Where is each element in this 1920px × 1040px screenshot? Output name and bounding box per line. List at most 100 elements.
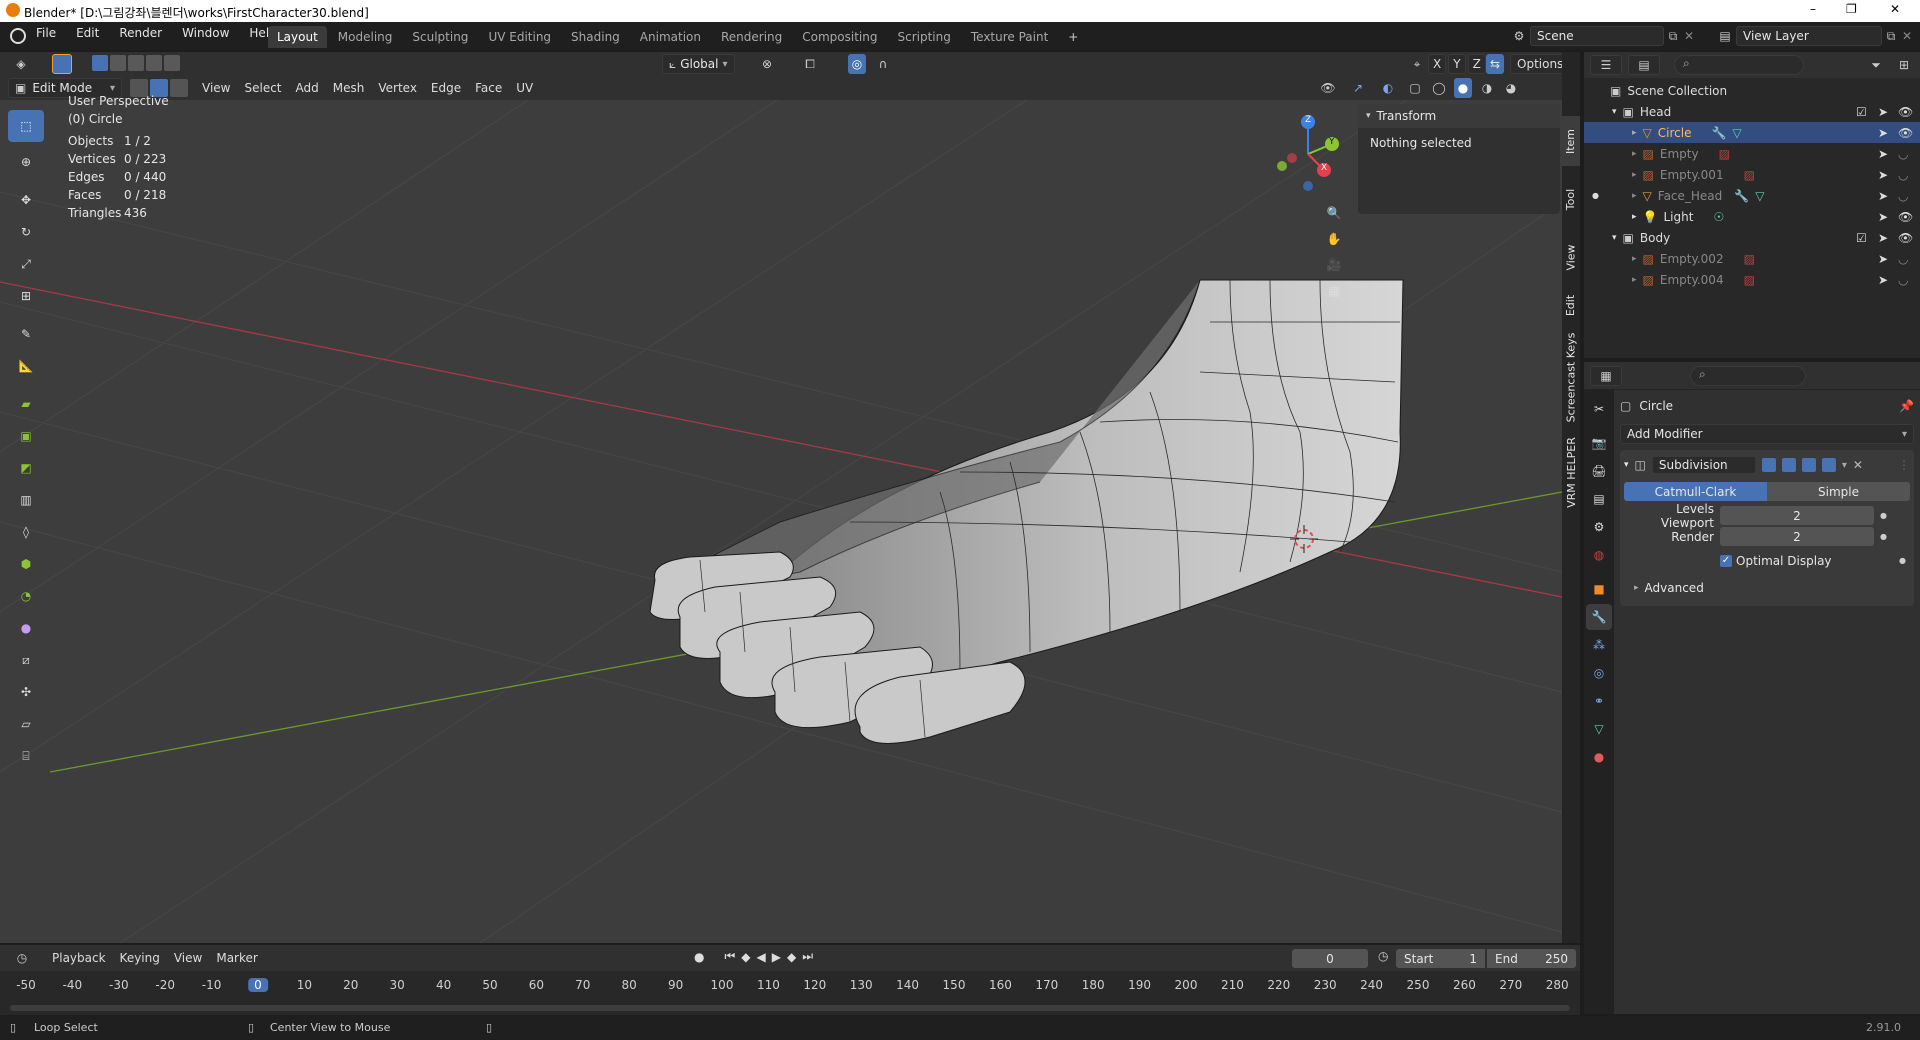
view-layer-selector[interactable]: ▤ View Layer ⧉ ✕ [1714,26,1914,46]
render-toggle-icon[interactable] [1821,458,1836,472]
timeline-scrollbar[interactable] [10,1005,1570,1011]
new-collection-icon[interactable]: ⊞ [1894,55,1914,75]
play-reverse-icon[interactable]: ◀ [757,950,766,964]
editor-type-icon[interactable]: ◈ [10,54,32,74]
face-select-icon[interactable] [170,79,188,97]
menu-face[interactable]: Face [469,78,508,98]
xray-icon[interactable]: ▢ [1406,78,1424,98]
maximize-button[interactable]: ❐ [1846,2,1857,16]
remove-view-layer-icon[interactable]: ✕ [1900,29,1914,43]
eye-icon[interactable]: 👁 [1898,126,1913,140]
material-shading-icon[interactable]: ◑ [1478,78,1496,98]
tab-animation[interactable]: Animation [631,26,710,48]
tab-compositing[interactable]: Compositing [793,26,886,48]
menu-vertex[interactable]: Vertex [372,78,423,98]
outliner-row-empty[interactable]: ▸ ▨ Empty ▨ ➤ ◡ [1584,143,1920,164]
overlay-icon[interactable]: ◐ [1376,78,1400,98]
blender-menu-icon[interactable] [10,28,26,44]
menu-select[interactable]: Select [238,78,287,98]
clock-icon[interactable]: ◷ [1378,949,1388,963]
rendered-shading-icon[interactable]: ◕ [1502,78,1520,98]
menu-window[interactable]: Window [182,26,229,40]
tab-vrm-helper[interactable]: VRM HELPER [1562,432,1580,512]
eye-closed-icon[interactable]: ◡ [1898,189,1908,203]
minimize-button[interactable]: – [1810,2,1816,16]
pin-icon[interactable]: 📌 [1899,399,1914,413]
menu-marker[interactable]: Marker [210,948,263,968]
cursor-tool-icon[interactable]: ⊕ [8,146,44,178]
render-tab-icon[interactable]: 📷 [1586,430,1612,456]
scene-name[interactable]: Scene [1530,26,1664,46]
loop-cut-tool-icon[interactable]: ▥ [8,484,44,516]
move-tool-icon[interactable]: ✥ [8,184,44,216]
display-mode-icon[interactable]: ▤ [1628,55,1660,75]
advanced-subpanel[interactable]: ▸ Advanced [1624,578,1910,598]
pan-hand-icon[interactable]: ✋ [1322,226,1346,252]
keyframe-dot-icon[interactable]: ● [1899,556,1906,565]
selectable-icon[interactable]: ➤ [1878,189,1888,203]
select-invert-icon[interactable] [146,55,162,71]
tab-tool[interactable]: Tool [1562,174,1580,224]
outliner-row-empty-001[interactable]: ▸ ▨ Empty.001 ▨ ➤ ◡ [1584,164,1920,185]
eye-icon[interactable]: 👁 [1898,231,1913,245]
tab-scripting[interactable]: Scripting [888,26,959,48]
next-keyframe-icon[interactable]: ◆ [787,950,796,964]
close-button[interactable]: ✕ [1890,2,1900,16]
proportional-edit-icon[interactable]: ◎ [848,54,866,74]
select-new-icon[interactable] [92,55,108,71]
properties-editor-icon[interactable]: ▦ [1590,365,1622,386]
eye-closed-icon[interactable]: ◡ [1898,252,1908,266]
prev-keyframe-icon[interactable]: ◆ [741,950,750,964]
menu-edit[interactable]: Edit [76,26,99,40]
solid-shading-icon[interactable]: ● [1454,78,1472,98]
keyframe-dot-icon[interactable]: ● [1880,511,1887,520]
knife-tool-icon[interactable]: ◊ [8,516,44,548]
menu-file[interactable]: File [36,26,56,40]
inset-tool-icon[interactable]: ▣ [8,420,44,452]
outliner-row-body[interactable]: ▾ ▣ Body ☑ ➤ 👁 [1584,227,1920,248]
tab-shading[interactable]: Shading [562,26,629,48]
menu-view[interactable]: View [196,78,236,98]
selectable-icon[interactable]: ➤ [1878,168,1888,182]
viewport-toggle-icon[interactable] [1801,458,1816,472]
eye-icon[interactable]: 👁 [1898,105,1913,119]
menu-uv[interactable]: UV [510,78,539,98]
3d-viewport[interactable]: ◈ ⟀ Global ▾ ⊗ ⧠ ◎ ∩ ⌖ X Y Z ⇆ Options ▣ [0,52,1562,943]
orientation-dropdown[interactable]: ⟀ Global ▾ [662,54,735,74]
shear-tool-icon[interactable]: ▱ [8,708,44,740]
camera-icon[interactable]: 🎥 [1322,252,1346,278]
menu-render[interactable]: Render [119,26,162,40]
edit-mode-toggle-icon[interactable] [1761,458,1776,472]
play-icon[interactable]: ▶ [772,950,781,964]
scene-collection-row[interactable]: ▣ Scene Collection [1584,80,1920,101]
transform-header[interactable]: ▾ Transform [1358,104,1560,128]
select-box-icon[interactable] [52,54,72,74]
chevron-down-icon[interactable]: ▾ [1624,460,1629,470]
menu-playback[interactable]: Playback [46,948,112,968]
shrink-tool-icon[interactable]: ✣ [8,676,44,708]
selectable-icon[interactable]: ➤ [1878,252,1888,266]
navigation-gizmo[interactable]: Z Y X [1268,114,1348,194]
world-tab-icon[interactable]: ◍ [1586,542,1612,568]
modifier-name-input[interactable]: Subdivision [1651,456,1756,474]
visibility-icon[interactable]: 👁 [1316,78,1340,98]
checkbox-icon[interactable]: ☑ [1856,231,1867,245]
tab-uv-editing[interactable]: UV Editing [479,26,560,48]
mirror-icon[interactable]: ⌖ [1408,54,1426,74]
remove-scene-icon[interactable]: ✕ [1682,29,1696,43]
tab-layout[interactable]: Layout [268,26,327,48]
mirror-x-toggle[interactable]: X [1428,54,1447,74]
transform-tool-icon[interactable]: ⊞ [8,280,44,312]
catmull-clark-button[interactable]: Catmull-Clark [1624,482,1767,501]
tool-tab-icon[interactable]: ✂ [1586,396,1612,422]
data-tab-icon[interactable]: ▽ [1586,716,1612,742]
optimal-display-row[interactable]: ✓ Optimal Display ● [1624,551,1910,570]
eye-closed-icon[interactable]: ◡ [1898,168,1908,182]
tab-sculpting[interactable]: Sculpting [403,26,477,48]
tab-rendering[interactable]: Rendering [712,26,791,48]
outliner-editor-icon[interactable]: ☰ [1590,55,1622,75]
timeline-ruler[interactable]: -50 -40 -30 -20 -10 0 10 20 30 40 50 60 70 80 90 100 110… [0,978,1580,996]
gizmo-icon[interactable]: ↗ [1346,78,1370,98]
options-dropdown[interactable]: Options [1510,54,1562,74]
checkbox-icon[interactable]: ☑ [1856,105,1867,119]
